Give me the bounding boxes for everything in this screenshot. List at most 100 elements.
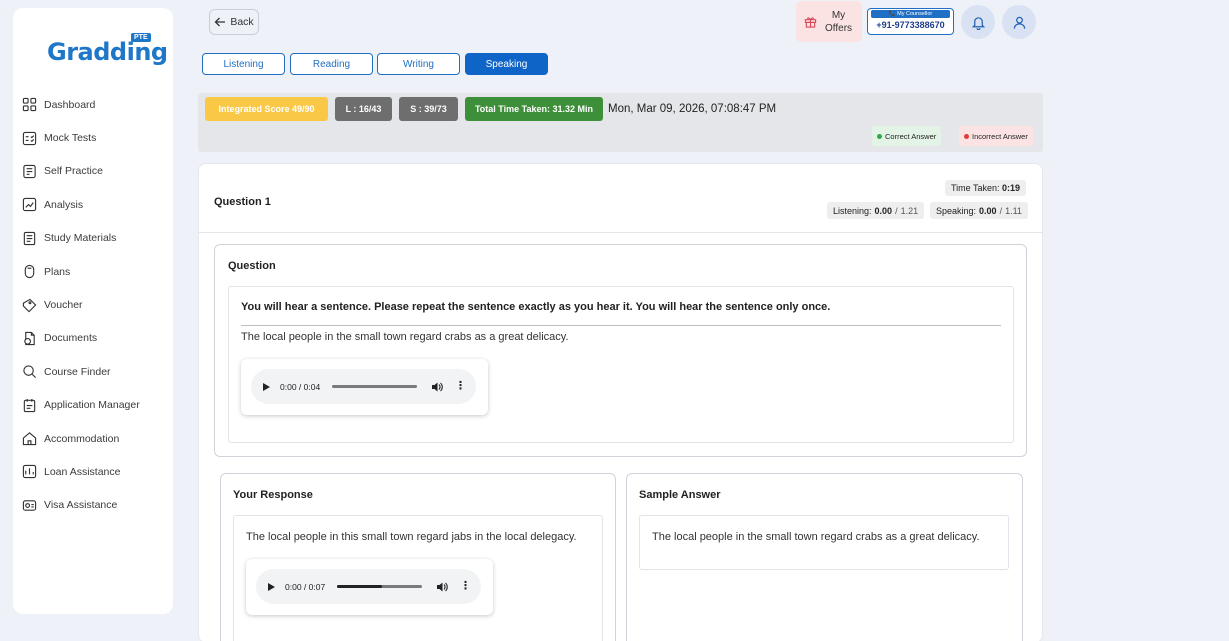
question-audio-card: 0:00 / 0:04 ⋮: [241, 359, 488, 415]
audio-seek-bar[interactable]: [332, 385, 417, 388]
brand-logo[interactable]: Gradding PTE: [47, 30, 168, 74]
time-taken-chip: Time Taken: 0:19: [944, 180, 1026, 196]
sidebar-nav: Dashboard Mock Tests Self Practice Analy…: [13, 88, 173, 522]
volume-icon[interactable]: [431, 381, 443, 393]
test-datetime: Mon, Mar 09, 2026, 07:08:47 PM: [608, 103, 777, 115]
legend-incorrect: Incorrect Answer: [959, 126, 1033, 146]
speaking-score: 0.00: [979, 205, 997, 216]
sidebar-item-visa-assistance[interactable]: Visa Assistance: [13, 489, 173, 522]
voucher-icon: [22, 298, 37, 312]
my-offers-button[interactable]: My Offers: [796, 1, 862, 42]
more-options-icon[interactable]: ⋮: [455, 381, 466, 392]
play-icon[interactable]: [268, 582, 275, 591]
question-section: Question You will hear a sentence. Pleas…: [214, 244, 1027, 457]
offers-label: My Offers: [825, 9, 852, 35]
tab-reading[interactable]: Reading: [290, 53, 373, 75]
sidebar-item-accommodation[interactable]: Accommodation: [13, 422, 173, 455]
sidebar-item-label: Voucher: [44, 299, 83, 312]
gift-icon: [804, 17, 817, 28]
profile-button[interactable]: [1002, 5, 1036, 39]
sidebar-item-application-manager[interactable]: Application Manager: [13, 389, 173, 422]
sidebar-item-label: Course Finder: [44, 365, 111, 378]
your-response-panel: Your Response The local people in this s…: [220, 473, 616, 641]
sample-answer-panel: Sample Answer The local people in the sm…: [626, 473, 1023, 641]
user-icon: [1013, 16, 1025, 29]
arrow-left-icon: [214, 17, 226, 27]
sidebar-item-analysis[interactable]: Analysis: [13, 188, 173, 221]
offers-line-2: Offers: [825, 22, 853, 34]
more-options-icon[interactable]: ⋮: [460, 581, 471, 592]
sample-answer-heading: Sample Answer: [639, 489, 721, 501]
sidebar-item-loan-assistance[interactable]: Loan Assistance: [13, 455, 173, 488]
brand-badge: PTE: [131, 33, 151, 42]
question-sentence: The local people in the small town regar…: [241, 331, 569, 343]
documents-icon: [24, 331, 35, 346]
score-summary: Integrated Score 49/90 L : 16/43 S : 39/…: [198, 93, 1043, 152]
sidebar-item-documents[interactable]: Documents: [13, 322, 173, 355]
course-finder-icon: [23, 365, 36, 379]
legend-correct-label: Correct Answer: [885, 131, 937, 141]
audio-seek-bar[interactable]: [337, 585, 422, 588]
audio-progress-fill: [337, 585, 383, 588]
speaking-score-badge: S : 39/73: [399, 97, 458, 121]
correct-dot-icon: [877, 133, 882, 139]
bell-icon: [971, 16, 985, 30]
sidebar-item-self-practice[interactable]: Self Practice: [13, 155, 173, 188]
sidebar-item-mock-tests[interactable]: Mock Tests: [13, 121, 173, 154]
mock-tests-icon: [22, 131, 37, 145]
my-counsellor-button[interactable]: 📞 My Counsellor +91-9773388670: [867, 8, 954, 35]
question-title: Question 1: [214, 196, 271, 208]
self-practice-icon: [23, 164, 36, 179]
time-taken-label: Time Taken:: [950, 183, 1000, 193]
incorrect-dot-icon: [964, 133, 969, 139]
sidebar-item-label: Study Materials: [44, 232, 117, 245]
question-audio-player[interactable]: 0:00 / 0:04 ⋮: [251, 369, 476, 404]
sidebar-item-label: Loan Assistance: [44, 465, 121, 478]
brand-name: Gradding: [47, 38, 168, 66]
your-response-text: The local people in this small town rega…: [246, 531, 577, 543]
tab-listening[interactable]: Listening: [202, 53, 285, 75]
instruction-divider: [241, 325, 1001, 326]
total-time-badge: Total Time Taken: 31.32 Min: [465, 97, 603, 121]
sample-answer-content: The local people in the small town regar…: [639, 515, 1009, 570]
speaking-question-score: Speaking: 0.00 / 1.11: [930, 202, 1028, 219]
sidebar-item-label: Self Practice: [44, 165, 103, 178]
sidebar-item-label: Application Manager: [44, 399, 140, 412]
audio-time: 0:00 / 0:04: [280, 381, 321, 392]
listening-question-score: Listening: 0.00 / 1.21: [827, 202, 925, 219]
listening-score-badge: L : 16/43: [335, 97, 392, 121]
response-audio-player[interactable]: 0:00 / 0:07 ⋮: [256, 569, 481, 604]
tab-writing[interactable]: Writing: [377, 53, 460, 75]
sidebar-item-label: Accommodation: [44, 432, 120, 445]
sidebar-item-course-finder[interactable]: Course Finder: [13, 355, 173, 388]
study-materials-icon: [23, 231, 36, 245]
your-response-heading: Your Response: [233, 489, 313, 501]
sample-answer-text: The local people in the small town regar…: [652, 531, 980, 543]
question-card: Question 1 Time Taken: 0:19 Listening: 0…: [198, 163, 1043, 641]
play-icon[interactable]: [263, 382, 270, 391]
question-section-heading: Question: [228, 260, 276, 272]
integrated-score-badge: Integrated Score 49/90: [205, 97, 328, 121]
accommodation-icon: [22, 432, 37, 446]
back-label: Back: [230, 16, 254, 28]
sidebar-item-label: Analysis: [44, 198, 84, 211]
tab-speaking[interactable]: Speaking: [465, 53, 548, 75]
notifications-button[interactable]: [961, 5, 995, 39]
listening-total: 1.21: [900, 205, 919, 216]
sidebar-item-plans[interactable]: Plans: [13, 255, 173, 288]
sidebar-item-label: Mock Tests: [44, 132, 97, 145]
back-button[interactable]: Back: [209, 9, 259, 35]
sidebar-item-dashboard[interactable]: Dashboard: [13, 88, 173, 121]
sidebar-item-label: Documents: [44, 332, 98, 345]
time-taken-value: 0:19: [1001, 183, 1020, 193]
question-instruction: You will hear a sentence. Please repeat …: [241, 301, 831, 313]
sidebar-item-study-materials[interactable]: Study Materials: [13, 222, 173, 255]
loan-assistance-icon: [22, 465, 37, 479]
volume-icon[interactable]: [436, 581, 448, 593]
speaking-total: 1.11: [1005, 205, 1022, 216]
counsellor-label: 📞 My Counsellor: [871, 10, 950, 18]
sidebar-item-voucher[interactable]: Voucher: [13, 288, 173, 321]
plans-icon: [24, 264, 35, 279]
sidebar-item-label: Dashboard: [44, 98, 96, 111]
dashboard-icon: [22, 98, 37, 112]
